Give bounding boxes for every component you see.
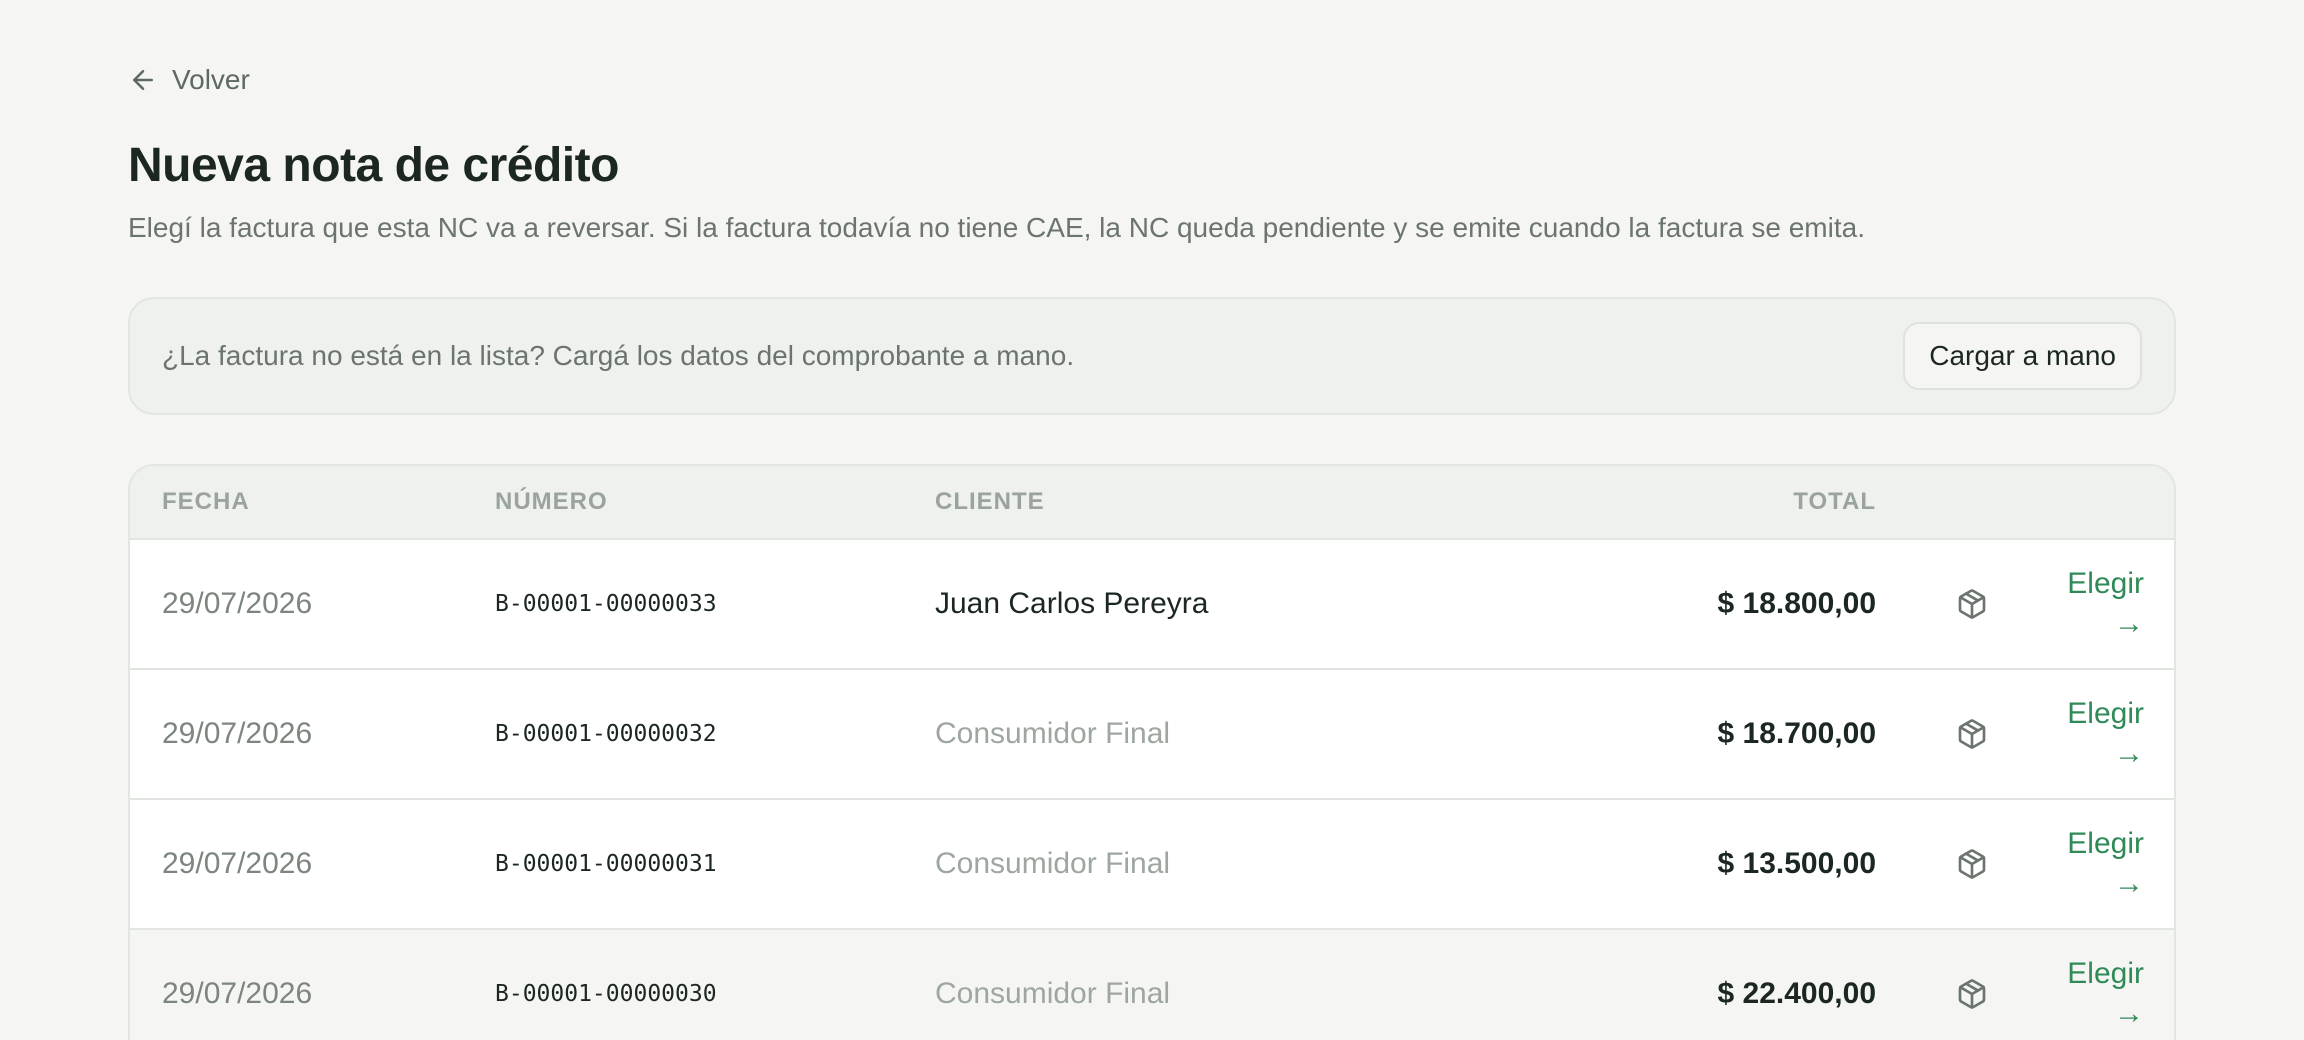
choose-label: Elegir [2067,957,2144,990]
row-invoice-number: B-00001-00000033 [495,591,717,617]
column-header-cliente: CLIENTE [935,488,1045,515]
table-row[interactable]: 29/07/2026 B-00001-00000033 Juan Carlos … [130,540,2174,670]
table-row[interactable]: 29/07/2026 B-00001-00000031 Consumidor F… [130,800,2174,930]
row-date: 29/07/2026 [162,977,313,1010]
choose-invoice-link[interactable]: Elegir → [2067,564,2144,644]
arrow-left-icon [133,70,153,90]
column-header-fecha: FECHA [162,488,250,515]
back-label: Volver [172,64,250,95]
row-total: $ 18.800,00 [1717,587,1876,620]
column-header-numero: NÚMERO [495,488,608,515]
table-row[interactable]: 29/07/2026 B-00001-00000030 Consumidor F… [130,930,2174,1040]
row-client: Consumidor Final [935,847,1171,880]
choose-label: Elegir [2067,697,2144,730]
column-header-total: TOTAL [1793,488,1876,515]
row-invoice-number: B-00001-00000031 [495,851,717,877]
table-header: FECHA NÚMERO CLIENTE TOTAL [130,466,2174,540]
arrow-right-icon: → [2114,867,2144,900]
arrow-right-icon: → [2114,997,2144,1030]
choose-invoice-link[interactable]: Elegir → [2067,824,2144,904]
package-icon[interactable] [1955,977,1989,1011]
invoice-table: FECHA NÚMERO CLIENTE TOTAL 29/07/2026 B-… [128,464,2176,1040]
row-client: Juan Carlos Pereyra [935,587,1209,620]
page-subtitle: Elegí la factura que esta NC va a revers… [128,212,1865,243]
row-client: Consumidor Final [935,977,1171,1010]
choose-invoice-link[interactable]: Elegir → [2067,694,2144,774]
row-invoice-number: B-00001-00000030 [495,981,717,1007]
choose-label: Elegir [2067,827,2144,860]
table-row[interactable]: 29/07/2026 B-00001-00000032 Consumidor F… [130,670,2174,800]
package-icon[interactable] [1955,587,1989,621]
back-link[interactable]: Volver [128,64,250,96]
notice-text: ¿La factura no está en la lista? Cargá l… [162,340,1075,371]
row-total: $ 13.500,00 [1717,847,1876,880]
package-icon[interactable] [1955,847,1989,881]
arrow-right-icon: → [2114,607,2144,640]
page: Volver Nueva nota de crédito Elegí la fa… [0,0,2304,1040]
package-icon[interactable] [1955,717,1989,751]
manual-entry-notice: ¿La factura no está en la lista? Cargá l… [128,297,2176,415]
page-title: Nueva nota de crédito [128,139,619,192]
row-total: $ 18.700,00 [1717,717,1876,750]
row-client: Consumidor Final [935,717,1171,750]
choose-label: Elegir [2067,567,2144,600]
choose-invoice-link[interactable]: Elegir → [2067,954,2144,1034]
arrow-right-icon: → [2114,737,2144,770]
manual-entry-button[interactable]: Cargar a mano [1903,322,2142,390]
row-invoice-number: B-00001-00000032 [495,721,717,747]
row-date: 29/07/2026 [162,587,313,620]
row-date: 29/07/2026 [162,717,313,750]
row-total: $ 22.400,00 [1717,977,1876,1010]
row-date: 29/07/2026 [162,847,313,880]
